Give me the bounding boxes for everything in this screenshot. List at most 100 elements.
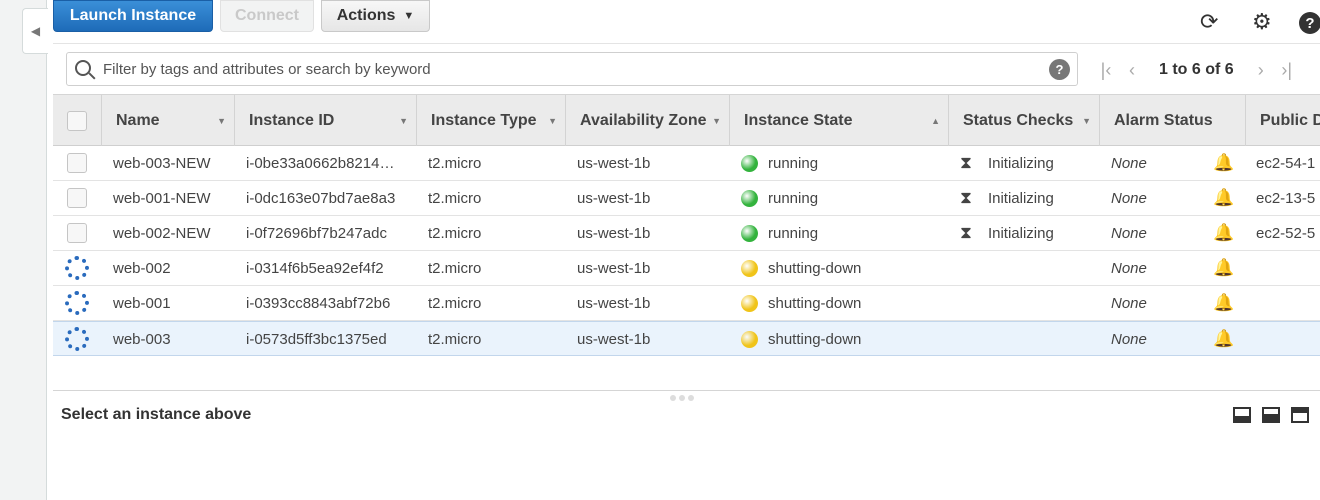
side-nav-collapsed: ◀ (0, 0, 48, 500)
create-alarm-icon[interactable]: 🔔 (1213, 146, 1237, 180)
details-empty-text: Select an instance above (61, 406, 252, 423)
cell-instance_id-text: i-0dc163e07bd7ae8a3 (246, 189, 396, 207)
col-instance-type-label: Instance Type (431, 112, 537, 129)
cell-state-text: running (768, 154, 819, 172)
gear-icon[interactable]: ⚙ (1252, 10, 1272, 34)
last-page-icon[interactable]: ›| (1274, 60, 1300, 81)
cell-dns: ec2-13-5 (1256, 181, 1320, 215)
layout-bottom-icon[interactable] (1233, 407, 1251, 423)
cell-type: t2.micro (428, 286, 558, 320)
state-indicator-icon (741, 224, 758, 242)
pane-divider (53, 390, 1320, 391)
prev-page-icon[interactable]: ‹ (1119, 60, 1145, 81)
state-indicator-icon (741, 154, 758, 172)
sort-caret-icon: ▼ (399, 116, 408, 126)
first-page-icon[interactable]: |‹ (1093, 60, 1119, 81)
cell-status (960, 322, 1095, 356)
table-row[interactable]: web-001-NEW i-0dc163e07bd7ae8a3 t2.micro us… (53, 181, 1320, 216)
table-row[interactable]: web-001 i-0393cc8843abf72b6 t2.micro us-wes… (53, 286, 1320, 321)
cell-alarm-text: None (1111, 189, 1147, 207)
col-availability-zone[interactable]: Availability Zone ▼ (565, 95, 729, 147)
table-row[interactable]: web-002 i-0314f6b5ea92ef4f2 t2.micro us-wes… (53, 251, 1320, 286)
search-help-icon[interactable]: ? (1049, 59, 1070, 80)
cell-state-text: shutting-down (768, 294, 862, 312)
cell-instance_id[interactable]: i-0573d5ff3bc1375ed (246, 322, 414, 356)
select-all-checkbox[interactable] (67, 111, 87, 131)
cell-alarm: None (1111, 216, 1201, 250)
help-icon[interactable]: ? (1299, 12, 1320, 34)
cell-status: ⧗ Initializing (960, 146, 1095, 180)
cell-dns (1256, 322, 1320, 356)
bell-icon: 🔔 (1213, 223, 1235, 242)
bell-icon: 🔔 (1213, 188, 1235, 207)
col-name[interactable]: Name ▼ (101, 95, 234, 147)
cell-dns (1256, 251, 1320, 285)
col-public-dns-label: Public D (1260, 112, 1320, 129)
cell-zone-text: us-west-1b (577, 294, 651, 312)
create-alarm-icon[interactable]: 🔔 (1213, 286, 1237, 320)
cell-name: web-003-NEW (113, 146, 233, 180)
cell-state: running (741, 216, 941, 250)
cell-instance_id[interactable]: i-0393cc8843abf72b6 (246, 286, 414, 320)
layout-split-icon[interactable] (1262, 407, 1280, 423)
cell-dns-text: ec2-13-5 (1256, 189, 1316, 207)
bell-icon: 🔔 (1213, 153, 1235, 172)
cell-name: web-001 (113, 286, 233, 320)
connect-button[interactable]: Connect (220, 0, 314, 32)
col-instance-id[interactable]: Instance ID ▼ (234, 95, 416, 147)
cell-alarm-text: None (1111, 330, 1147, 348)
cell-instance_id[interactable]: i-0be33a0662b8214… (246, 146, 414, 180)
row-checkbox[interactable] (67, 188, 87, 208)
layout-top-icon[interactable] (1291, 407, 1309, 423)
hourglass-icon: ⧗ (960, 223, 972, 242)
cell-name-text: web-001-NEW (113, 189, 211, 207)
col-instance-state-label: Instance State (744, 112, 853, 129)
create-alarm-icon[interactable]: 🔔 (1213, 181, 1237, 215)
resize-handle[interactable] (670, 395, 694, 401)
cell-type: t2.micro (428, 146, 558, 180)
col-instance-id-label: Instance ID (249, 112, 335, 129)
cell-zone: us-west-1b (577, 181, 727, 215)
cell-zone: us-west-1b (577, 251, 727, 285)
launch-instance-button[interactable]: Launch Instance (53, 0, 213, 32)
col-instance-state[interactable]: Instance State ▲ (729, 95, 948, 147)
cell-instance_id-text: i-0573d5ff3bc1375ed (246, 330, 387, 348)
search-input[interactable] (101, 57, 1031, 81)
row-checkbox[interactable] (67, 223, 87, 243)
loading-spinner-icon (65, 327, 89, 351)
filter-search-box[interactable]: ? (66, 52, 1078, 86)
cell-type-text: t2.micro (428, 189, 482, 207)
row-checkbox[interactable] (67, 153, 87, 173)
cell-status-text: Initializing (987, 189, 1054, 207)
state-indicator-icon (741, 259, 758, 277)
cell-type-text: t2.micro (428, 154, 482, 172)
cell-state-text: running (768, 189, 819, 207)
col-alarm-status[interactable]: Alarm Status (1099, 95, 1245, 147)
col-public-dns[interactable]: Public D (1245, 95, 1320, 147)
cell-instance_id[interactable]: i-0f72696bf7b247adc (246, 216, 414, 250)
cell-zone: us-west-1b (577, 146, 727, 180)
actions-button[interactable]: Actions ▼ (321, 0, 430, 32)
pane-layout-controls (1233, 407, 1309, 423)
cell-dns-text: ec2-52-5 (1256, 224, 1316, 242)
cell-state: shutting-down (741, 251, 941, 285)
table-row[interactable]: web-003-NEW i-0be33a0662b8214… t2.micro us-… (53, 146, 1320, 181)
create-alarm-icon[interactable]: 🔔 (1213, 216, 1237, 250)
cell-instance_id[interactable]: i-0314f6b5ea92ef4f2 (246, 251, 414, 285)
cell-instance_id-text: i-0be33a0662b8214… (246, 154, 395, 172)
collapse-nav-button[interactable]: ◀ (22, 8, 48, 54)
cell-status: ⧗ Initializing (960, 181, 1095, 215)
col-status-checks[interactable]: Status Checks ▼ (948, 95, 1099, 147)
cell-instance_id[interactable]: i-0dc163e07bd7ae8a3 (246, 181, 414, 215)
create-alarm-icon[interactable]: 🔔 (1213, 322, 1237, 356)
col-instance-type[interactable]: Instance Type ▼ (416, 95, 565, 147)
cell-type: t2.micro (428, 181, 558, 215)
cell-dns (1256, 286, 1320, 320)
cell-type-text: t2.micro (428, 224, 482, 242)
next-page-icon[interactable]: › (1248, 60, 1274, 81)
table-row[interactable]: web-002-NEW i-0f72696bf7b247adc t2.micro us… (53, 216, 1320, 251)
refresh-icon[interactable]: ⟳ (1200, 10, 1218, 34)
create-alarm-icon[interactable]: 🔔 (1213, 251, 1237, 285)
chevron-down-icon: ▼ (403, 10, 415, 22)
table-row[interactable]: web-003 i-0573d5ff3bc1375ed t2.micro us-wes… (53, 321, 1320, 356)
